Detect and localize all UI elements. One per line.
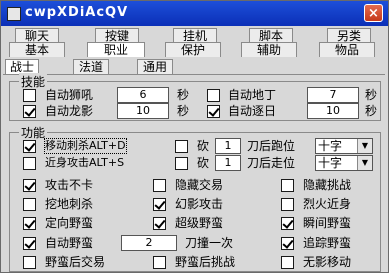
hide-trade-checkbox[interactable]	[153, 179, 166, 192]
challenge-after-savage-checkbox[interactable]	[153, 256, 166, 269]
chop-walk-label: 砍	[197, 156, 210, 170]
chop-run-label: 砍	[197, 139, 210, 153]
close-button[interactable]: ×	[364, 4, 383, 22]
flame-melee-label: 烈火近身	[303, 197, 352, 211]
chase-savage-label: 追踪野蛮	[303, 236, 352, 250]
dig-stab-label: 挖地刺杀	[45, 197, 94, 211]
instant-savage-label: 瞬间野蛮	[303, 216, 352, 230]
auto-ground-spike-seconds[interactable]: 7	[307, 87, 359, 103]
main-window: cwpXDiAcQV × 聊天 按键 挂机 脚本 另类 基本 职业 保护 辅助 …	[0, 0, 389, 273]
walk-after-chop-label: 刀后走位	[247, 156, 296, 170]
attack-no-lag-label: 攻击不卡	[45, 178, 94, 192]
subtab-general[interactable]: 通用	[137, 59, 173, 74]
chop-run-count[interactable]: 1	[215, 138, 241, 154]
flame-melee-checkbox[interactable]	[281, 198, 294, 211]
auto-lion-roar-checkbox[interactable]	[23, 89, 36, 102]
tab-assist[interactable]: 辅助	[241, 42, 297, 57]
auto-lion-roar-label: 自动狮吼	[45, 88, 94, 102]
instant-savage-checkbox[interactable]	[281, 217, 294, 230]
shadowless-move-checkbox[interactable]	[281, 256, 294, 269]
seconds-unit: 秒	[365, 88, 378, 102]
walk-direction-select[interactable]: 十字 ▼	[315, 155, 373, 171]
subtab-mage-taoist[interactable]: 法道	[73, 59, 109, 74]
seconds-unit: 秒	[365, 104, 378, 118]
skills-group-label: 技能	[19, 73, 48, 90]
auto-savage-suffix: 刀撞一次	[185, 236, 234, 250]
tab-profession[interactable]: 职业	[87, 42, 145, 57]
chevron-down-icon[interactable]: ▼	[357, 139, 372, 153]
run-direction-select[interactable]: 十字 ▼	[315, 138, 373, 154]
directed-savage-label: 定向野蛮	[45, 216, 94, 230]
run-direction-value: 十字	[318, 139, 343, 153]
tab-afk[interactable]: 挂机	[173, 28, 217, 43]
app-icon	[7, 7, 21, 21]
melee-attack-label: 近身攻击ALT+S	[45, 156, 125, 169]
auto-dragon-shadow-label: 自动龙影	[45, 104, 94, 118]
auto-dragon-shadow-checkbox[interactable]	[23, 105, 36, 118]
auto-savage-checkbox[interactable]	[23, 237, 36, 250]
tab-chat[interactable]: 聊天	[15, 28, 59, 43]
walk-direction-value: 十字	[318, 156, 343, 170]
tab-keys[interactable]: 按键	[95, 28, 139, 43]
directed-savage-checkbox[interactable]	[23, 217, 36, 230]
dig-stab-checkbox[interactable]	[23, 198, 36, 211]
auto-sun-chase-label: 自动逐日	[228, 104, 277, 118]
move-stab-label: 移动刺杀ALT+D	[44, 138, 127, 154]
super-savage-label: 超级野蛮	[175, 216, 224, 230]
title-bar[interactable]: cwpXDiAcQV ×	[1, 1, 388, 26]
chop-walk-checkbox[interactable]	[175, 157, 188, 170]
window-title: cwpXDiAcQV	[25, 5, 129, 20]
seconds-unit: 秒	[177, 88, 190, 102]
chase-savage-checkbox[interactable]	[281, 237, 294, 250]
auto-ground-spike-label: 自动地丁	[228, 88, 277, 102]
auto-sun-chase-seconds[interactable]: 10	[307, 103, 359, 119]
phantom-attack-label: 幻影攻击	[175, 197, 224, 211]
hide-trade-label: 隐藏交易	[175, 178, 224, 192]
tab-divider	[3, 74, 385, 75]
auto-ground-spike-checkbox[interactable]	[207, 89, 220, 102]
tab-other[interactable]: 另类	[327, 28, 371, 43]
challenge-after-savage-label: 野蛮后挑战	[175, 255, 236, 269]
auto-sun-chase-checkbox[interactable]	[207, 105, 220, 118]
chevron-down-icon[interactable]: ▼	[357, 156, 372, 170]
attack-no-lag-checkbox[interactable]	[23, 179, 36, 192]
subtab-warrior[interactable]: 战士	[5, 59, 39, 74]
run-after-chop-label: 刀后跑位	[247, 139, 296, 153]
melee-attack-checkbox[interactable]	[23, 157, 36, 170]
tab-basic[interactable]: 基本	[9, 42, 65, 57]
auto-lion-roar-seconds[interactable]: 6	[117, 87, 169, 103]
chop-run-checkbox[interactable]	[175, 140, 188, 153]
tab-protect[interactable]: 保护	[165, 42, 221, 57]
auto-savage-count[interactable]: 2	[121, 235, 177, 251]
trade-after-savage-checkbox[interactable]	[23, 256, 36, 269]
chop-walk-count[interactable]: 1	[215, 155, 241, 171]
super-savage-checkbox[interactable]	[153, 217, 166, 230]
move-stab-checkbox[interactable]	[23, 140, 36, 153]
shadowless-move-label: 无影移动	[303, 255, 352, 269]
phantom-attack-checkbox[interactable]	[153, 198, 166, 211]
hide-challenge-label: 隐藏挑战	[303, 178, 352, 192]
functions-group-label: 功能	[19, 124, 48, 141]
auto-dragon-shadow-seconds[interactable]: 10	[117, 103, 169, 119]
trade-after-savage-label: 野蛮后交易	[45, 255, 106, 269]
tab-items[interactable]: 物品	[319, 42, 375, 57]
hide-challenge-checkbox[interactable]	[281, 179, 294, 192]
tab-script[interactable]: 脚本	[249, 28, 293, 43]
seconds-unit: 秒	[177, 104, 190, 118]
auto-savage-label: 自动野蛮	[45, 236, 94, 250]
